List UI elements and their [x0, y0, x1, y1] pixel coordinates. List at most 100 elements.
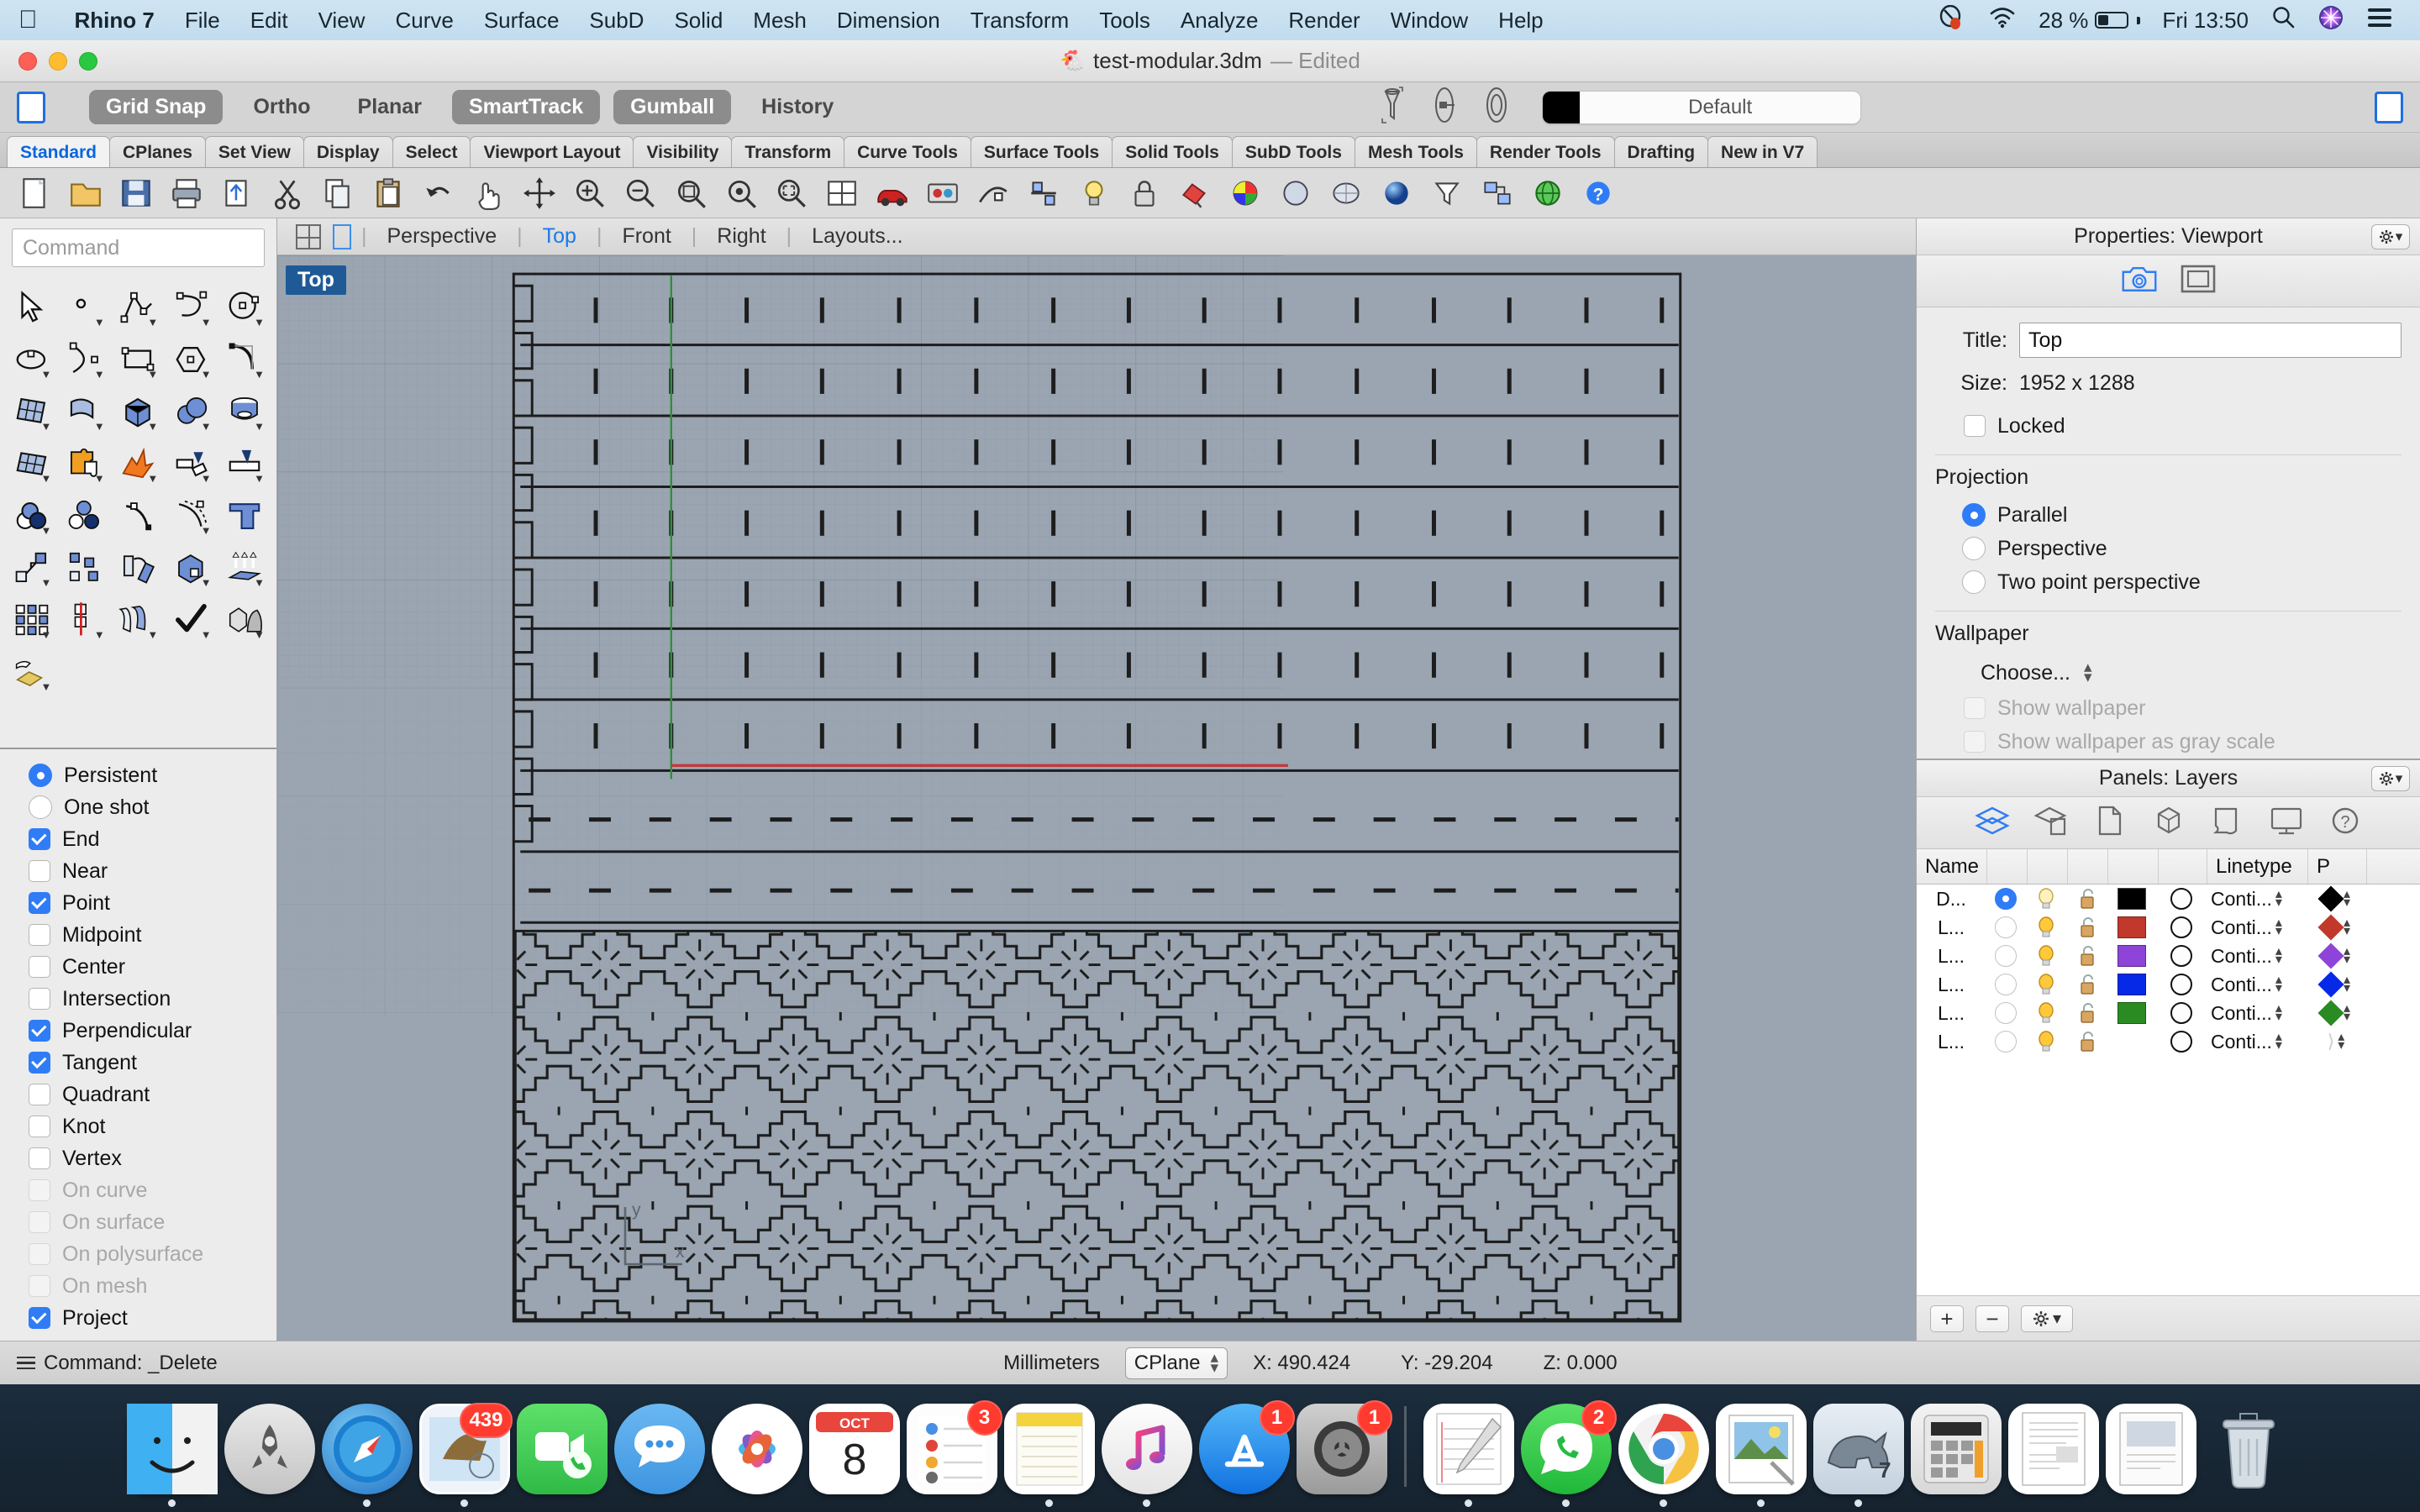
layer-linetype[interactable]: Conti... [2211, 888, 2272, 911]
dock-item-preview[interactable] [1712, 1404, 1810, 1507]
split-icon[interactable] [1018, 171, 1069, 215]
whatsapp-icon[interactable]: 2 [1520, 1400, 1617, 1494]
toggle-grid-snap[interactable]: Grid Snap [89, 90, 224, 124]
layer-linetype[interactable]: Conti... [2211, 945, 2272, 968]
osnap-center-checkbox[interactable] [29, 956, 50, 978]
preview-icon[interactable] [1715, 1404, 1807, 1494]
chevron-updown-icon[interactable]: ▴ ▾ [2275, 888, 2282, 909]
layer-material-swatch[interactable] [2170, 945, 2192, 967]
menu-item-dimension[interactable]: Dimension [822, 8, 955, 34]
osnap-perpendicular-checkbox[interactable] [29, 1020, 50, 1042]
point-tool-icon[interactable]: ▼ [58, 282, 111, 333]
chevron-updown-icon[interactable]: ▴ ▾ [2344, 945, 2350, 966]
menu-item-rhino[interactable]: Rhino 7 [60, 8, 170, 34]
layer-paint-icon[interactable] [1170, 171, 1220, 215]
menu-item-render[interactable]: Render [1273, 8, 1375, 34]
tab-new-in-v7[interactable]: New in V7 [1707, 136, 1818, 167]
chevron-updown-icon[interactable]: ▴ ▾ [2344, 974, 2350, 995]
camera-properties-icon[interactable] [2121, 262, 2158, 300]
layer-color-swatch[interactable] [2118, 1002, 2146, 1024]
osnap-near[interactable]: Near [29, 855, 276, 887]
offset-curve-icon[interactable]: ▼ [165, 491, 218, 541]
named-views-icon[interactable] [1472, 171, 1523, 215]
tab-subd-tools[interactable]: SubD Tools [1231, 136, 1355, 167]
tab-transform[interactable]: Transform [731, 136, 845, 167]
dock-item-trash[interactable] [2200, 1404, 2297, 1507]
osnap-tangent[interactable]: Tangent [29, 1047, 276, 1079]
fillet-tool-icon[interactable]: ▼ [218, 334, 271, 385]
toggle-history[interactable]: History [744, 90, 850, 124]
boolean-circles-icon[interactable]: ▼ [5, 491, 58, 541]
notes-icon[interactable] [1003, 1404, 1095, 1494]
add-layer-button[interactable]: + [1930, 1305, 1964, 1332]
render-preview-icon[interactable] [918, 171, 968, 215]
layer-print-color[interactable] [2317, 914, 2344, 941]
osnap-end-checkbox[interactable] [29, 828, 50, 850]
locked-row[interactable]: Locked [1935, 409, 2402, 443]
wallpaper-chooser[interactable]: Choose... ▴ ▾ [1935, 654, 2402, 691]
menu-item-view[interactable]: View [303, 8, 381, 34]
dock-item-calendar[interactable]: OCT 8 [806, 1404, 903, 1507]
pan-hand-icon[interactable] [464, 171, 514, 215]
current-material-selector[interactable]: Default [1542, 90, 1862, 124]
chevron-updown-icon[interactable]: ▴ ▾ [2344, 916, 2350, 937]
puzzle-join-icon[interactable]: ▼ [58, 438, 111, 489]
layer-material-swatch[interactable] [2170, 974, 2192, 995]
dock-item-rhino[interactable]: 7 [1810, 1404, 1907, 1507]
projection-two-point-row[interactable]: Two point perspective [1935, 565, 2402, 599]
projection-perspective-row[interactable]: Perspective [1935, 532, 2402, 565]
viewport-title-input[interactable]: Top [2019, 323, 2402, 358]
osnap-one-shot-radio[interactable] [29, 795, 52, 819]
dock-item-messages[interactable] [611, 1404, 708, 1507]
table-row[interactable]: L... Conti... ▴ ▾ ⟩ ▴ ▾ [1917, 1027, 2420, 1056]
explode-icon[interactable]: ▼ [112, 438, 165, 489]
osnap-perpendicular[interactable]: Perpendicular [29, 1015, 276, 1047]
layer-col-visible[interactable] [2028, 849, 2068, 884]
osnap-end[interactable]: End [29, 823, 276, 855]
facetime-icon[interactable] [516, 1404, 608, 1494]
text-tool-icon[interactable] [218, 491, 271, 541]
locked-checkbox[interactable] [1964, 415, 1986, 437]
layer-current-radio[interactable] [1995, 1031, 2017, 1053]
osnap-one-shot[interactable]: One shot [29, 791, 276, 823]
layer-print-color[interactable] [2317, 1000, 2344, 1026]
layout-sheet-icon[interactable] [2209, 804, 2246, 842]
rectangle-tool-icon[interactable]: ▼ [112, 334, 165, 385]
menu-item-solid[interactable]: Solid [659, 8, 738, 34]
chevron-updown-icon[interactable]: ▴ ▾ [2275, 1031, 2282, 1052]
globe-render-icon[interactable] [1523, 171, 1573, 215]
layer-material-icon[interactable] [2033, 804, 2070, 842]
menu-item-edit[interactable]: Edit [235, 8, 303, 34]
osnap-intersection-checkbox[interactable] [29, 988, 50, 1010]
surface-grid-icon[interactable]: ▼ [5, 438, 58, 489]
trash-icon[interactable] [2203, 1404, 2294, 1494]
chevron-updown-icon[interactable]: ▴ ▾ [2275, 1002, 2282, 1023]
open-file-icon[interactable] [60, 171, 111, 215]
control-center-icon[interactable] [2366, 7, 2393, 34]
mirror-objects-icon[interactable]: ▼ [58, 595, 111, 645]
launchpad-icon[interactable] [224, 1404, 315, 1494]
osnap-point[interactable]: Point [29, 887, 276, 919]
layer-col-name[interactable]: Name [1917, 849, 1987, 884]
array-grid-icon[interactable]: ▼ [5, 595, 58, 645]
chevron-updown-icon[interactable]: ▴ ▾ [2344, 1002, 2350, 1023]
scale-box-icon[interactable]: ▼ [165, 543, 218, 593]
layer-color-swatch[interactable] [2118, 888, 2146, 910]
layer-color-swatch[interactable] [2118, 974, 2146, 995]
color-wheel-icon[interactable] [1220, 171, 1270, 215]
check-tool-icon[interactable]: ▼ [165, 595, 218, 645]
finder-icon[interactable] [126, 1404, 218, 1494]
osnap-project-checkbox[interactable] [29, 1307, 50, 1329]
layer-current-radio[interactable] [1995, 1002, 2017, 1024]
environment-sphere-icon[interactable] [1371, 171, 1422, 215]
status-cplane-selector[interactable]: CPlane ▴ ▾ [1124, 1347, 1228, 1379]
command-history-icon[interactable] [17, 1356, 35, 1370]
osnap-knot-checkbox[interactable] [29, 1116, 50, 1137]
wifi-icon[interactable] [1988, 6, 2017, 35]
document-preview-1-icon[interactable] [2007, 1404, 2099, 1494]
print-width-icon[interactable] [1481, 85, 1512, 129]
cut-icon[interactable] [262, 171, 313, 215]
menu-item-mesh[interactable]: Mesh [738, 8, 822, 34]
osnap-vertex-checkbox[interactable] [29, 1147, 50, 1169]
dock-item-facetime[interactable] [513, 1404, 611, 1507]
